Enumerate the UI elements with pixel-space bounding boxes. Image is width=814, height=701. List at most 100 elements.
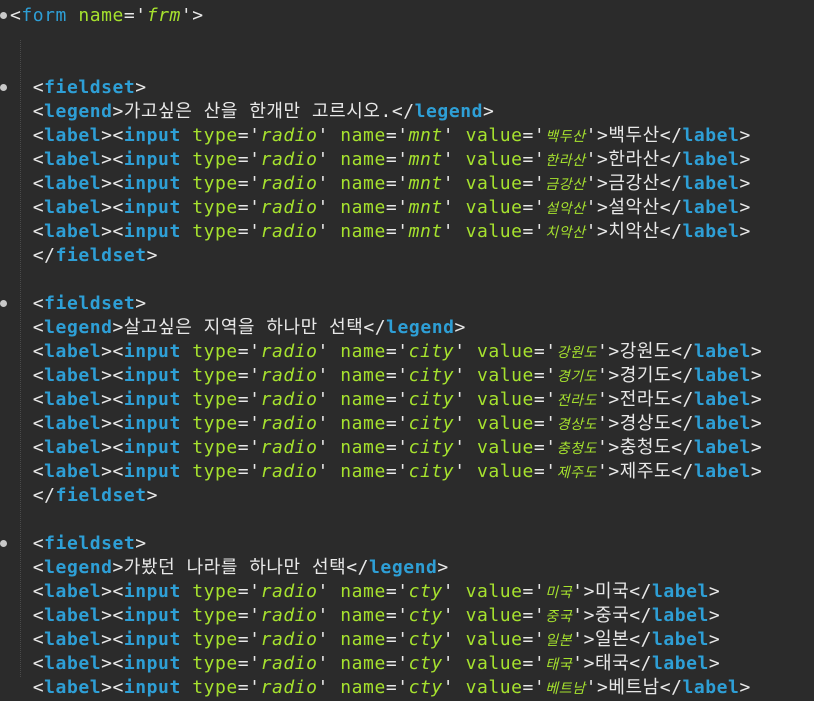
type-attr: type	[192, 413, 238, 434]
legend-line[interactable]: <legend>가고싶은 산을 한개만 고르시오.</legend>	[10, 100, 494, 124]
type-value: radio	[260, 605, 318, 626]
label-tag: label	[44, 173, 102, 194]
label-close-tag: label	[682, 677, 740, 698]
type-value: radio	[260, 461, 318, 482]
option-value: 미국	[545, 585, 573, 601]
radio-option-line[interactable]: <label><input type='radio' name='mnt' va…	[10, 220, 751, 244]
value-attr: value	[465, 221, 523, 242]
value-attr: value	[465, 629, 523, 650]
input-tag: input	[123, 389, 181, 410]
radio-option-line[interactable]: <label><input type='radio' name='cty' va…	[10, 580, 720, 604]
option-value: 강원도	[556, 345, 597, 361]
radio-option-line[interactable]: <label><input type='radio' name='city' v…	[10, 340, 762, 364]
option-value: 일본	[545, 633, 573, 649]
option-value: 태국	[545, 657, 573, 673]
radio-option-line[interactable]: <label><input type='radio' name='cty' va…	[10, 652, 720, 676]
type-value: radio	[260, 413, 318, 434]
value-attr: value	[476, 389, 534, 410]
legend-tag: legend	[44, 317, 113, 338]
name-value: cty	[408, 677, 443, 698]
input-tag: input	[123, 149, 181, 170]
type-attr: type	[192, 629, 238, 650]
legend-line[interactable]: <legend>살고싶은 지역을 하나만 선택</legend>	[10, 316, 466, 340]
option-label-text: 충청도	[619, 437, 672, 458]
name-value: city	[408, 437, 455, 458]
label-close-tag: label	[693, 365, 751, 386]
type-value: radio	[260, 221, 318, 242]
fieldset-open-line[interactable]: <fieldset>	[10, 292, 147, 316]
fieldset-open-line[interactable]: <fieldset>	[10, 532, 147, 556]
radio-option-line[interactable]: <label><input type='radio' name='city' v…	[10, 412, 762, 436]
radio-option-line[interactable]: <label><input type='radio' name='city' v…	[10, 436, 762, 460]
option-value: 중국	[545, 609, 573, 625]
radio-option-line[interactable]: <label><input type='radio' name='city' v…	[10, 364, 762, 388]
radio-option-line[interactable]: <label><input type='radio' name='mnt' va…	[10, 172, 751, 196]
type-attr: type	[192, 125, 238, 146]
name-value: city	[408, 413, 455, 434]
option-value: 치악산	[545, 225, 586, 241]
legend-close-tag: legend	[386, 317, 455, 338]
option-value: 베트남	[545, 681, 586, 697]
type-value: radio	[260, 653, 318, 674]
fold-marker-icon[interactable]	[0, 84, 7, 91]
value-attr: value	[465, 581, 523, 602]
option-label-text: 설악산	[608, 197, 660, 218]
fold-marker-icon[interactable]	[0, 540, 7, 547]
type-attr: type	[192, 221, 238, 242]
label-tag: label	[44, 197, 102, 218]
type-value: radio	[260, 149, 318, 170]
label-tag: label	[44, 605, 102, 626]
radio-option-line[interactable]: <label><input type='radio' name='mnt' va…	[10, 148, 751, 172]
option-value: 경기도	[556, 369, 597, 385]
value-attr: value	[465, 677, 523, 698]
radio-option-line[interactable]: <label><input type='radio' name='mnt' va…	[10, 196, 751, 220]
fieldset-close-line[interactable]: </fieldset>	[10, 484, 158, 508]
type-value: radio	[260, 629, 318, 650]
legend-tag: legend	[44, 557, 113, 578]
form-open-line[interactable]: <form name='frm'>	[10, 4, 204, 28]
name-attr: name	[340, 197, 386, 218]
radio-option-line[interactable]: <label><input type='radio' name='city' v…	[10, 460, 762, 484]
name-attr: name	[340, 341, 386, 362]
label-tag: label	[44, 581, 102, 602]
name-value: mnt	[408, 221, 443, 242]
radio-option-line[interactable]: <label><input type='radio' name='mnt' va…	[10, 124, 751, 148]
option-value: 경상도	[556, 417, 597, 433]
name-value: mnt	[408, 125, 443, 146]
label-close-tag: label	[682, 197, 740, 218]
radio-option-line[interactable]: <label><input type='radio' name='city' v…	[10, 388, 762, 412]
input-tag: input	[123, 173, 181, 194]
option-label-text: 제주도	[619, 461, 672, 482]
type-attr: type	[192, 605, 238, 626]
fieldset-close-line[interactable]: </fieldset>	[10, 244, 158, 268]
input-tag: input	[123, 629, 181, 650]
input-tag: input	[123, 125, 181, 146]
label-close-tag: label	[682, 173, 740, 194]
radio-option-line[interactable]: <label><input type='radio' name='cty' va…	[10, 604, 720, 628]
name-attr: name	[340, 125, 386, 146]
legend-line[interactable]: <legend>가봤던 나라를 하나만 선택</legend>	[10, 556, 449, 580]
label-tag: label	[44, 413, 102, 434]
name-attr: name	[340, 413, 386, 434]
option-label-text: 일본	[594, 629, 630, 650]
label-close-tag: label	[682, 125, 740, 146]
input-tag: input	[123, 197, 181, 218]
fieldset-open-line[interactable]: <fieldset>	[10, 76, 147, 100]
fold-marker-icon[interactable]	[0, 300, 7, 307]
name-attr: name	[340, 461, 386, 482]
radio-option-line[interactable]: <label><input type='radio' name='cty' va…	[10, 676, 751, 700]
name-value: mnt	[408, 149, 443, 170]
code-editor[interactable]: <form name='frm'> <fieldset> <legend>가고싶…	[0, 0, 814, 698]
name-value: cty	[408, 653, 443, 674]
type-value: radio	[260, 173, 318, 194]
label-close-tag: label	[693, 341, 751, 362]
option-label-text: 금강산	[608, 173, 660, 194]
type-value: radio	[260, 365, 318, 386]
value-attr: value	[465, 605, 523, 626]
fold-marker-icon[interactable]	[0, 12, 7, 19]
value-attr: value	[476, 413, 534, 434]
label-close-tag: label	[682, 149, 740, 170]
radio-option-line[interactable]: <label><input type='radio' name='cty' va…	[10, 628, 720, 652]
label-tag: label	[44, 389, 102, 410]
fieldset-close-tag: fieldset	[55, 245, 147, 266]
